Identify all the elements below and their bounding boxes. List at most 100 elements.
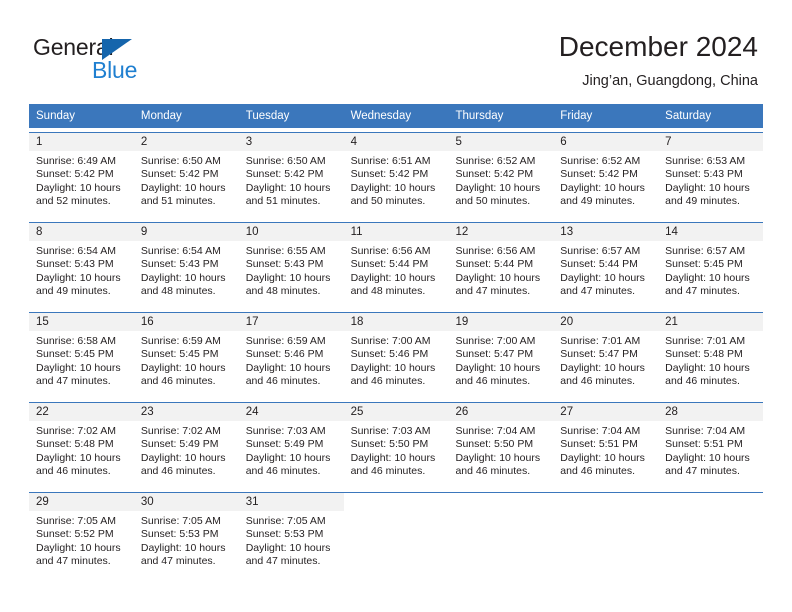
page-header: General Blue December 2024 Jing’an, Guan… (0, 0, 792, 104)
sunrise-text: Sunrise: 6:52 AM (560, 155, 641, 167)
day-details: Sunrise: 7:05 AM Sunset: 5:53 PM Dayligh… (134, 511, 239, 569)
day-cell[interactable]: 2 Sunrise: 6:50 AM Sunset: 5:42 PM Dayli… (133, 133, 239, 218)
sunset-text: Sunset: 5:45 PM (140, 348, 219, 361)
day-cell[interactable]: 18 Sunrise: 7:00 AM Sunset: 5:46 PM Dayl… (343, 313, 449, 398)
sunset-text: Sunset: 5:48 PM (36, 438, 114, 451)
sunrise-text: Sunrise: 6:55 AM (245, 245, 326, 257)
day-details: Sunrise: 6:49 AM Sunset: 5:42 PM Dayligh… (29, 151, 134, 209)
day-cell[interactable]: 15 Sunrise: 6:58 AM Sunset: 5:45 PM Dayl… (29, 313, 134, 398)
day-details: Sunrise: 7:04 AM Sunset: 5:51 PM Dayligh… (658, 421, 763, 479)
day-cell[interactable]: 11 Sunrise: 6:56 AM Sunset: 5:44 PM Dayl… (343, 223, 449, 308)
week-row: 1 Sunrise: 6:49 AM Sunset: 5:42 PM Dayli… (29, 132, 764, 218)
day-cell[interactable]: 13 Sunrise: 6:57 AM Sunset: 5:44 PM Dayl… (553, 223, 659, 308)
daylight-text-line2: and 47 minutes. (245, 555, 321, 568)
sunrise-text: Sunrise: 6:50 AM (245, 155, 326, 167)
sunrise-text: Sunrise: 6:53 AM (665, 155, 746, 167)
sunset-text: Sunset: 5:42 PM (36, 168, 114, 181)
sunset-text: Sunset: 5:47 PM (455, 348, 534, 361)
day-details: Sunrise: 7:00 AM Sunset: 5:46 PM Dayligh… (344, 331, 449, 389)
daylight-text-line2: and 47 minutes. (36, 555, 111, 568)
day-details: Sunrise: 6:50 AM Sunset: 5:42 PM Dayligh… (134, 151, 239, 209)
day-cell[interactable]: 1 Sunrise: 6:49 AM Sunset: 5:42 PM Dayli… (29, 133, 134, 218)
day-cell[interactable]: 8 Sunrise: 6:54 AM Sunset: 5:43 PM Dayli… (29, 223, 134, 308)
day-cell[interactable]: 17 Sunrise: 6:59 AM Sunset: 5:46 PM Dayl… (238, 313, 344, 398)
day-cell[interactable]: 9 Sunrise: 6:54 AM Sunset: 5:43 PM Dayli… (133, 223, 239, 308)
daylight-text-line1: Daylight: 10 hours (560, 451, 645, 464)
day-cell[interactable]: 10 Sunrise: 6:55 AM Sunset: 5:43 PM Dayl… (238, 223, 344, 308)
day-number: 23 (133, 403, 239, 421)
day-cell[interactable]: 4 Sunrise: 6:51 AM Sunset: 5:42 PM Dayli… (343, 133, 449, 218)
daylight-text-line1: Daylight: 10 hours (560, 271, 645, 284)
sunset-text: Sunset: 5:52 PM (36, 528, 114, 541)
daylight-text-line1: Daylight: 10 hours (560, 361, 645, 374)
day-cell[interactable]: 7 Sunrise: 6:53 AM Sunset: 5:43 PM Dayli… (658, 133, 764, 218)
day-number (658, 493, 763, 511)
sunrise-text: Sunrise: 7:04 AM (455, 425, 536, 437)
day-details: Sunrise: 6:50 AM Sunset: 5:42 PM Dayligh… (239, 151, 344, 209)
day-number: 19 (448, 313, 554, 331)
sunrise-text: Sunrise: 6:59 AM (245, 335, 326, 347)
day-cell[interactable]: 27 Sunrise: 7:04 AM Sunset: 5:51 PM Dayl… (553, 403, 659, 488)
day-details: Sunrise: 7:01 AM Sunset: 5:48 PM Dayligh… (658, 331, 763, 389)
day-cell[interactable]: 12 Sunrise: 6:56 AM Sunset: 5:44 PM Dayl… (448, 223, 554, 308)
daylight-text-line1: Daylight: 10 hours (245, 541, 331, 554)
day-cell[interactable]: 23 Sunrise: 7:02 AM Sunset: 5:49 PM Dayl… (133, 403, 239, 488)
daylight-text-line2: and 51 minutes. (140, 195, 216, 208)
sunset-text: Sunset: 5:44 PM (455, 258, 534, 271)
daylight-text-line2: and 46 minutes. (245, 465, 321, 478)
daylight-text-line2: and 47 minutes. (665, 285, 740, 298)
calendar-grid: Sunday Monday Tuesday Wednesday Thursday… (29, 104, 764, 578)
day-number: 12 (448, 223, 554, 241)
day-cell[interactable]: 21 Sunrise: 7:01 AM Sunset: 5:48 PM Dayl… (658, 313, 764, 398)
sunrise-text: Sunrise: 7:02 AM (36, 425, 116, 437)
day-cell[interactable]: 14 Sunrise: 6:57 AM Sunset: 5:45 PM Dayl… (658, 223, 764, 308)
daylight-text-line1: Daylight: 10 hours (665, 271, 750, 284)
day-details: Sunrise: 6:55 AM Sunset: 5:43 PM Dayligh… (239, 241, 344, 299)
day-details: Sunrise: 7:05 AM Sunset: 5:53 PM Dayligh… (239, 511, 344, 569)
week-row: 29 Sunrise: 7:05 AM Sunset: 5:52 PM Dayl… (29, 492, 764, 578)
day-details: Sunrise: 6:51 AM Sunset: 5:42 PM Dayligh… (344, 151, 449, 209)
sunset-text: Sunset: 5:44 PM (350, 258, 429, 271)
sunset-text: Sunset: 5:51 PM (560, 438, 638, 451)
sunset-text: Sunset: 5:42 PM (560, 168, 638, 181)
daylight-text-line1: Daylight: 10 hours (36, 541, 121, 554)
daylight-text-line1: Daylight: 10 hours (36, 271, 121, 284)
day-cell[interactable]: 16 Sunrise: 6:59 AM Sunset: 5:45 PM Dayl… (133, 313, 239, 398)
title-block: December 2024 Jing’an, Guangdong, China (559, 30, 758, 90)
day-number: 16 (133, 313, 239, 331)
daylight-text-line2: and 46 minutes. (455, 375, 531, 388)
daylight-text-line2: and 48 minutes. (350, 285, 426, 298)
sunset-text: Sunset: 5:43 PM (665, 168, 743, 181)
day-number: 18 (343, 313, 449, 331)
daylight-text-line1: Daylight: 10 hours (245, 361, 331, 374)
sunrise-text: Sunrise: 7:01 AM (665, 335, 746, 347)
day-cell[interactable]: 24 Sunrise: 7:03 AM Sunset: 5:49 PM Dayl… (238, 403, 344, 488)
day-cell[interactable]: 28 Sunrise: 7:04 AM Sunset: 5:51 PM Dayl… (658, 403, 764, 488)
day-cell[interactable]: 20 Sunrise: 7:01 AM Sunset: 5:47 PM Dayl… (553, 313, 659, 398)
day-cell[interactable]: 5 Sunrise: 6:52 AM Sunset: 5:42 PM Dayli… (448, 133, 554, 218)
day-cell[interactable]: 22 Sunrise: 7:02 AM Sunset: 5:48 PM Dayl… (29, 403, 134, 488)
day-cell[interactable]: 31 Sunrise: 7:05 AM Sunset: 5:53 PM Dayl… (238, 493, 344, 578)
daylight-text-line1: Daylight: 10 hours (245, 271, 331, 284)
daylight-text-line1: Daylight: 10 hours (455, 271, 541, 284)
weekday-header-tuesday: Tuesday (245, 110, 290, 122)
day-cell[interactable]: 30 Sunrise: 7:05 AM Sunset: 5:53 PM Dayl… (133, 493, 239, 578)
weekday-header-row: Sunday Monday Tuesday Wednesday Thursday… (29, 104, 763, 128)
sunrise-text: Sunrise: 6:56 AM (350, 245, 431, 257)
day-cell[interactable]: 26 Sunrise: 7:04 AM Sunset: 5:50 PM Dayl… (448, 403, 554, 488)
day-cell[interactable]: 3 Sunrise: 6:50 AM Sunset: 5:42 PM Dayli… (238, 133, 344, 218)
day-cell[interactable]: 25 Sunrise: 7:03 AM Sunset: 5:50 PM Dayl… (343, 403, 449, 488)
day-cell-empty (658, 493, 764, 578)
sunrise-text: Sunrise: 6:57 AM (560, 245, 641, 257)
day-cell[interactable]: 19 Sunrise: 7:00 AM Sunset: 5:47 PM Dayl… (448, 313, 554, 398)
daylight-text-line2: and 49 minutes. (560, 195, 636, 208)
day-cell[interactable]: 6 Sunrise: 6:52 AM Sunset: 5:42 PM Dayli… (553, 133, 659, 218)
daylight-text-line2: and 47 minutes. (455, 285, 531, 298)
day-cell[interactable]: 29 Sunrise: 7:05 AM Sunset: 5:52 PM Dayl… (29, 493, 134, 578)
daylight-text-line1: Daylight: 10 hours (455, 181, 541, 194)
location-subtitle: Jing’an, Guangdong, China (582, 73, 758, 89)
day-number: 15 (29, 313, 134, 331)
calendar-page: General Blue December 2024 Jing’an, Guan… (0, 0, 792, 612)
general-blue-logo[interactable]: General Blue (33, 34, 233, 86)
daylight-text-line1: Daylight: 10 hours (455, 451, 541, 464)
